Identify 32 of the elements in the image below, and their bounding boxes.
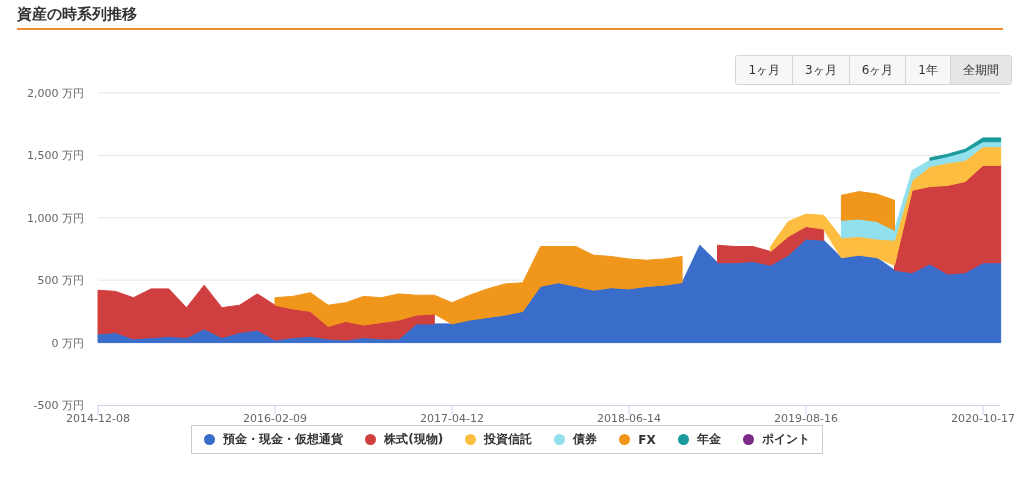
range-button[interactable]: 3ヶ月 — [792, 56, 849, 84]
section-title: 資産の時系列推移 — [17, 4, 138, 24]
legend-dot-icon — [365, 434, 377, 445]
x-axis-label: 2020-10-17 — [951, 412, 1015, 425]
legend-dot-icon — [619, 434, 631, 445]
x-axis-label: 2014-12-08 — [66, 412, 130, 425]
y-axis-label: -500 万円 — [33, 399, 84, 412]
legend-label[interactable]: 債券 — [573, 431, 598, 448]
y-axis-label: 500 万円 — [37, 274, 84, 288]
range-button[interactable]: 1ヶ月 — [736, 56, 793, 84]
legend-label[interactable]: 預金・現金・仮想通貨 — [223, 431, 344, 448]
legend-dot-icon — [554, 434, 566, 445]
range-button[interactable]: 6ヶ月 — [848, 56, 906, 84]
x-axis-label: 2016-02-09 — [243, 412, 307, 425]
legend-label[interactable]: ポイント — [761, 431, 810, 448]
x-axis-label: 2019-08-16 — [774, 412, 838, 425]
legend-label[interactable]: FX — [638, 432, 656, 447]
legend-dot-icon — [465, 434, 477, 445]
legend-label[interactable]: 年金 — [696, 431, 721, 448]
legend-dot-icon — [742, 434, 754, 445]
y-axis-label: 2,000 万円 — [27, 87, 84, 100]
legend-dot-icon — [677, 434, 689, 445]
x-axis-label: 2018-06-14 — [597, 412, 661, 425]
legend-label[interactable]: 株式(現物) — [384, 431, 444, 448]
legend-label[interactable]: 投資信託 — [484, 431, 533, 448]
y-axis-label: 1,500 万円 — [27, 149, 84, 163]
range-button[interactable]: 全期間 — [950, 56, 1011, 84]
range-button[interactable]: 1年 — [905, 56, 950, 84]
x-axis-label: 2017-04-12 — [420, 412, 484, 425]
y-axis-label: 0 万円 — [51, 336, 84, 350]
y-axis-label: 1,000 万円 — [27, 211, 84, 225]
legend-dot-icon — [204, 434, 216, 445]
